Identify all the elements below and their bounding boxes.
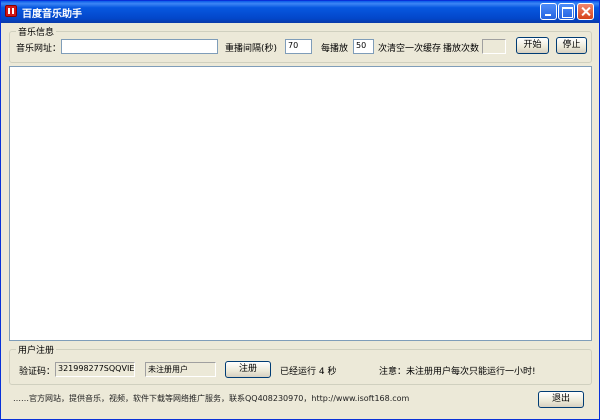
registration-group: 用户注册 验证码： 321998277SQQVIEE0 未注册用户 注册 已经运…	[9, 343, 592, 385]
register-button[interactable]: 注册	[225, 361, 271, 378]
notice-text: 注意：未注册用户每次只能运行一小时!	[379, 367, 536, 377]
play-count-field	[482, 39, 506, 54]
runtime-text: 已经运行 4 秒	[280, 367, 337, 377]
exit-button[interactable]: 退出	[538, 391, 584, 408]
minimize-button[interactable]	[540, 3, 557, 20]
window-title: 百度音乐助手	[22, 9, 82, 20]
per-play-input[interactable]: 50	[353, 39, 374, 54]
content-area[interactable]	[9, 66, 592, 341]
registration-status-field: 未注册用户	[145, 362, 216, 377]
title-bar[interactable]: 百度音乐助手	[1, 1, 599, 23]
footer-info-text: ……官方网站，提供音乐，视频，软件下载等网络推广服务，联系QQ408230970…	[13, 394, 410, 403]
verification-code-label: 验证码：	[19, 367, 56, 377]
footer-info: ……官方网站，提供音乐，视频，软件下载等网络推广服务，联系QQ408230970…	[9, 391, 509, 405]
play-count-label: 播放次数	[443, 44, 480, 54]
clear-cache-label: 次清空一次缓存	[378, 44, 442, 54]
app-icon	[5, 5, 17, 17]
music-url-input[interactable]	[61, 39, 218, 54]
replay-interval-label: 重播间隔(秒)	[225, 44, 278, 54]
per-play-label: 每播放	[321, 44, 349, 54]
verification-code-field: 321998277SQQVIEE0	[55, 362, 135, 377]
stop-button[interactable]: 停止	[556, 37, 587, 54]
replay-interval-input[interactable]: 70	[285, 39, 312, 54]
maximize-button[interactable]	[558, 3, 575, 20]
close-button[interactable]	[577, 3, 594, 20]
music-info-group: 音乐信息 音乐网址： 重播间隔(秒) 70 每播放 50 次清空一次缓存 播放次…	[9, 25, 592, 63]
app-window: 百度音乐助手 音乐信息 音乐网址： 重播间隔(秒) 70 每播放 50 次清空一…	[0, 0, 600, 420]
registration-group-label: 用户注册	[16, 343, 57, 356]
music-url-label: 音乐网址：	[16, 44, 62, 54]
start-button[interactable]: 开始	[516, 37, 549, 54]
music-info-group-label: 音乐信息	[16, 25, 57, 38]
